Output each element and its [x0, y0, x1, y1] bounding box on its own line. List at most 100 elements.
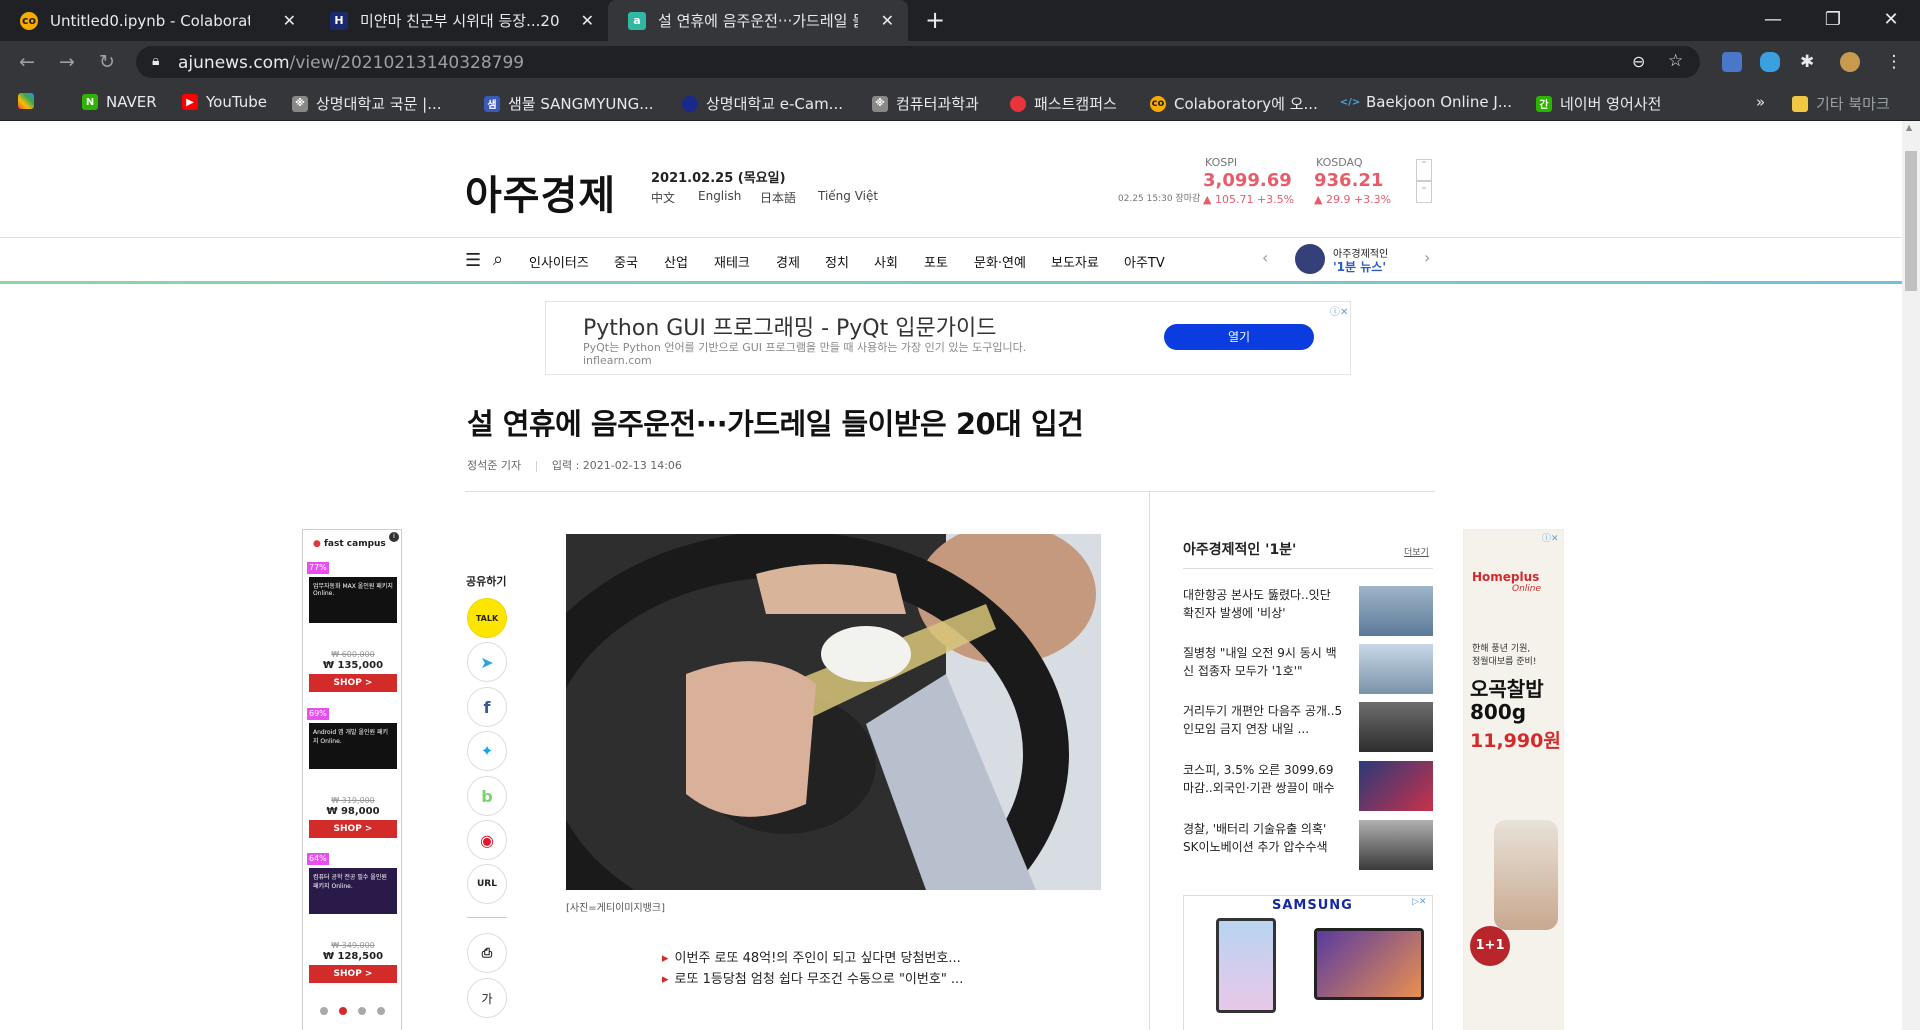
news-title[interactable]: 경찰, '배터리 기술유출 의혹' SK이노베이션 추가 압수수색 [1183, 820, 1343, 856]
news-thumbnail[interactable] [1359, 702, 1433, 752]
lang-english[interactable]: English [698, 189, 741, 203]
bookmark-sangmyung[interactable]: ※ 상명대학교 국문 |... [292, 93, 442, 114]
ad-open-button[interactable]: 열기 [1164, 324, 1314, 350]
twitter-share-icon[interactable]: ✦ [467, 731, 507, 771]
bookmark-ecampus[interactable]: 상명대학교 e-Cam... [682, 93, 843, 114]
reporter[interactable]: 정석준 기자 [467, 459, 521, 472]
samsung-ad[interactable]: SAMSUNG ▷✕ [1183, 895, 1433, 1030]
tab-colab[interactable]: co Untitled0.ipynb - Colaboratory ✕ [0, 0, 310, 41]
page-scrollbar[interactable]: ▲ [1902, 121, 1920, 1030]
nav-photo[interactable]: 포토 [924, 252, 948, 271]
market-up-arrow[interactable]: ⌃ [1416, 159, 1432, 181]
bookmark-fastcampus[interactable]: 패스트캠퍼스 [1010, 93, 1117, 114]
weibo-share-icon[interactable]: ◉ [467, 820, 507, 860]
news-title[interactable]: 거리두기 개편안 다음주 공개..5인모임 금지 연장 내일 ... [1183, 702, 1343, 738]
other-bookmarks[interactable]: 기타 북마크 [1792, 93, 1890, 114]
hamburger-menu-icon[interactable]: ☰ [465, 250, 481, 271]
ad-product-1[interactable]: 77% 업무자동화 MAX 올인원 패키지 Online. ₩ 600,000 … [307, 562, 399, 692]
news-thumbnail[interactable] [1359, 820, 1433, 870]
tab-news-h[interactable]: H 미얀마 친군부 시위대 등장...20일 ... ✕ [310, 0, 608, 41]
info-icon[interactable]: i [389, 532, 399, 542]
forward-icon[interactable]: → [56, 51, 78, 73]
minimize-icon[interactable]: — [1758, 6, 1788, 34]
ad-choices-icon[interactable]: ▷✕ [1412, 897, 1426, 907]
sidebar-news-item[interactable]: 질병청 "내일 오전 9시 동시 백신 접종자 모두가 '1호'" [1183, 644, 1433, 696]
news-thumbnail[interactable] [1359, 586, 1433, 636]
bookmark-baekjoon[interactable]: </> Baekjoon Online J... [1340, 93, 1512, 111]
nav-society[interactable]: 사회 [874, 252, 898, 271]
apps-bookmark[interactable] [18, 93, 42, 109]
scroll-up-icon[interactable]: ▲ [1906, 123, 1912, 132]
ad-product-3[interactable]: 64% 컴퓨터 공학 전공 필수 올인원 패키지 Online. ₩ 349,0… [307, 853, 399, 983]
market-down-arrow[interactable]: ⌄ [1416, 181, 1432, 203]
sidebar-more-link[interactable]: 더보기 [1404, 545, 1429, 558]
news-title[interactable]: 질병청 "내일 오전 9시 동시 백신 접종자 모두가 '1호'" [1183, 644, 1343, 680]
reload-icon[interactable]: ↻ [96, 51, 118, 73]
shop-button[interactable]: SHOP > [309, 820, 397, 838]
carousel-dot[interactable] [377, 1007, 385, 1015]
site-logo[interactable]: 아주경제 [465, 163, 616, 221]
ad-title[interactable]: Python GUI 프로그래밍 - PyQt 입문가이드 [583, 310, 996, 342]
telegram-share-icon[interactable]: ➤ [467, 642, 507, 682]
top-ad[interactable]: Python GUI 프로그래밍 - PyQt 입문가이드 PyQt는 Pyth… [545, 301, 1351, 375]
sidebar-news-item[interactable]: 대한항공 본사도 뚫렸다..잇단 확진자 발생에 '비상' [1183, 586, 1433, 638]
font-size-button[interactable]: 가 [467, 978, 507, 1018]
new-tab-button[interactable]: + [920, 6, 950, 34]
bookmark-colab[interactable]: co Colaboratory에 오... [1150, 93, 1318, 114]
nav-finance[interactable]: 재테크 [714, 252, 750, 271]
nav-politics[interactable]: 정치 [825, 252, 849, 271]
nav-economy[interactable]: 경제 [776, 252, 800, 271]
carousel-dot-active[interactable] [339, 1007, 347, 1015]
nav-culture[interactable]: 문화·연예 [974, 252, 1026, 271]
bookmark-star-icon[interactable]: ☆ [1668, 51, 1683, 71]
shop-button[interactable]: SHOP > [309, 674, 397, 692]
sidebar-news-item[interactable]: 경찰, '배터리 기술유출 의혹' SK이노베이션 추가 압수수색 [1183, 820, 1433, 872]
close-icon[interactable]: ✕ [283, 11, 296, 30]
carousel-dot[interactable] [358, 1007, 366, 1015]
sidebar-news-item[interactable]: 코스피, 3.5% 오른 3099.69 마감..외국인·기관 쌍끌이 매수 [1183, 761, 1433, 813]
kakaotalk-share-icon[interactable]: TALK [467, 598, 507, 638]
window-close-icon[interactable]: ✕ [1876, 6, 1906, 34]
nav-press[interactable]: 보도자료 [1051, 252, 1099, 271]
url-copy-button[interactable]: URL [467, 864, 507, 904]
nav-ajutv[interactable]: 아주TV [1124, 252, 1165, 271]
back-icon[interactable]: ← [16, 51, 38, 73]
related-link[interactable]: ▸ 이번주 로또 48억!의 주인이 되고 싶다면 당첨번호... [662, 947, 961, 966]
nav-industry[interactable]: 산업 [664, 252, 688, 271]
shop-button[interactable]: SHOP > [309, 965, 397, 983]
left-ad[interactable]: ● fast campus i 77% 업무자동화 MAX 올인원 패키지 On… [302, 529, 402, 1030]
nav-insiders[interactable]: 인사이터즈 [529, 252, 589, 271]
lang-chinese[interactable]: 中文 [651, 189, 675, 206]
band-share-icon[interactable]: b [467, 776, 507, 816]
lang-vietnamese[interactable]: Tiếng Việt [818, 189, 878, 203]
bookmark-youtube[interactable]: ▶ YouTube [182, 93, 267, 111]
menu-icon[interactable]: ⋮ [1884, 52, 1904, 72]
lang-japanese[interactable]: 日本語 [760, 189, 796, 206]
sidebar-news-item[interactable]: 거리두기 개편안 다음주 공개..5인모임 금지 연장 내일 ... [1183, 702, 1433, 754]
bookmark-naver[interactable]: N NAVER [82, 93, 157, 111]
cloud-extension-icon[interactable] [1760, 52, 1780, 72]
bookmarks-overflow[interactable]: » [1756, 93, 1765, 111]
search-icon[interactable]: ⌕ [493, 249, 503, 270]
nav-china[interactable]: 중국 [614, 252, 638, 271]
bookmark-naver-dict[interactable]: 간 네이버 영어사전 [1536, 93, 1661, 114]
restore-icon[interactable]: ❐ [1818, 6, 1848, 34]
close-icon[interactable]: ✕ [581, 11, 594, 30]
news-thumbnail[interactable] [1359, 644, 1433, 694]
bookmark-sammul[interactable]: 샘 샘물 SANGMYUNG... [484, 93, 654, 114]
avatar[interactable] [1840, 52, 1860, 72]
zoom-icon[interactable]: ⊖ [1632, 52, 1645, 71]
news-title[interactable]: 코스피, 3.5% 오른 3099.69 마감..외국인·기관 쌍끌이 매수 [1183, 761, 1343, 797]
promo-line2[interactable]: '1분 뉴스' [1333, 258, 1386, 275]
print-icon[interactable]: ⎙ [467, 933, 507, 973]
chevron-right-icon[interactable]: › [1424, 248, 1430, 267]
chevron-left-icon[interactable]: ‹ [1262, 248, 1268, 267]
tab-ajunews[interactable]: a 설 연휴에 음주운전···가드레일 들이... ✕ [608, 0, 908, 41]
puzzle-icon[interactable]: ✱ [1800, 52, 1820, 72]
ad-product-2[interactable]: 69% Android 앱 개발 올인원 패키지 Online. ₩ 319,0… [307, 708, 399, 838]
close-icon[interactable]: ✕ [881, 11, 894, 30]
facebook-share-icon[interactable]: f [467, 687, 507, 727]
news-thumbnail[interactable] [1359, 761, 1433, 811]
carousel-dot[interactable] [320, 1007, 328, 1015]
ad-choices-icon[interactable]: ⓘ✕ [1542, 531, 1559, 544]
